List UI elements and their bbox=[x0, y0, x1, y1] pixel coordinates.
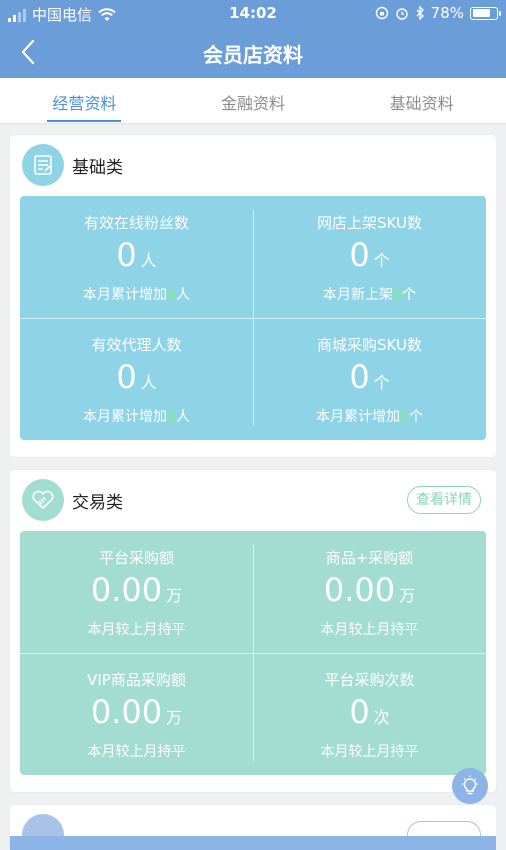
stat-sub-suffix: 人 bbox=[175, 287, 190, 303]
lightbulb-icon bbox=[462, 775, 478, 795]
stat-label: 商品+采购额 bbox=[325, 549, 414, 567]
document-icon bbox=[34, 155, 52, 175]
trade-card: 交易类 查看详情 平台采购额 0.00 万 本月较上月持平 商品+采购额 0.00… bbox=[10, 470, 496, 792]
stat-label: 平台采购额 bbox=[98, 549, 174, 567]
battery-percent: 78% bbox=[430, 4, 464, 22]
stat-value: 0 bbox=[116, 358, 137, 396]
stat-vip-purchase: VIP商品采购额 0.00 万 本月较上月持平 bbox=[20, 653, 253, 775]
tab-operations[interactable]: 经营资料 bbox=[0, 78, 169, 123]
stat-sub-value: 0 bbox=[400, 409, 409, 425]
trade-card-icon bbox=[22, 479, 64, 521]
stat-unit: 人 bbox=[140, 373, 157, 392]
stat-label: 平台采购次数 bbox=[324, 671, 415, 689]
stat-value: 0 bbox=[349, 693, 370, 731]
stat-label: 有效代理人数 bbox=[91, 336, 182, 354]
stat-online-fans: 有效在线粉丝数 0人 本月累计增加0人 bbox=[20, 196, 253, 318]
trade-card-header: 交易类 查看详情 bbox=[10, 470, 496, 530]
stat-value: 0.00 bbox=[323, 571, 396, 609]
bottom-action-bar[interactable] bbox=[10, 836, 496, 850]
stat-sub: 本月较上月持平 bbox=[87, 622, 186, 638]
nav-bar: 会员店资料 bbox=[0, 26, 506, 78]
page-title: 会员店资料 bbox=[203, 43, 303, 67]
stat-value: 0.00 bbox=[90, 571, 163, 609]
bluetooth-icon bbox=[416, 6, 424, 20]
stat-sub-suffix: 个 bbox=[401, 287, 416, 303]
stat-sub: 本月较上月持平 bbox=[87, 744, 186, 760]
trade-card-title: 交易类 bbox=[72, 493, 123, 513]
stat-sub-prefix: 本月累计增加 bbox=[83, 409, 168, 425]
basic-card-header: 基础类 bbox=[10, 135, 496, 195]
stat-unit: 万 bbox=[166, 586, 183, 605]
stat-value: 0 bbox=[349, 358, 370, 396]
stat-label: VIP商品采购额 bbox=[87, 671, 186, 689]
basic-stats-grid: 有效在线粉丝数 0人 本月累计增加0人 网店上架SKU数 0个 本月新上架0个 … bbox=[20, 196, 486, 440]
stat-unit: 人 bbox=[140, 251, 157, 270]
stat-shop-sku: 网店上架SKU数 0个 本月新上架0个 bbox=[253, 196, 486, 318]
stat-unit: 个 bbox=[373, 373, 390, 392]
stat-label: 有效在线粉丝数 bbox=[83, 214, 189, 232]
tab-bar: 经营资料 金融资料 基础资料 bbox=[0, 78, 506, 124]
lightbulb-button[interactable] bbox=[452, 768, 488, 804]
status-bar: 中国电信 14:02 78% bbox=[0, 0, 506, 26]
stat-platform-purchase: 平台采购额 0.00 万 本月较上月持平 bbox=[20, 531, 253, 653]
stat-sub-value: 0 bbox=[167, 287, 176, 303]
stat-mall-sku: 商城采购SKU数 0个 本月累计增加0个 bbox=[253, 318, 486, 440]
rotation-lock-icon bbox=[375, 6, 388, 20]
stat-sub-value: 0 bbox=[393, 287, 402, 303]
tab-finance[interactable]: 金融资料 bbox=[169, 78, 338, 123]
stat-value: 0.00 bbox=[90, 693, 163, 731]
stat-sub-prefix: 本月累计增加 bbox=[83, 287, 168, 303]
stat-unit: 次 bbox=[373, 708, 390, 727]
stat-value: 0 bbox=[349, 236, 370, 274]
basic-card: 基础类 有效在线粉丝数 0人 本月累计增加0人 网店上架SKU数 0个 本月新上… bbox=[10, 135, 496, 457]
view-details-button[interactable]: 查看详情 bbox=[407, 486, 481, 514]
stat-sub-suffix: 人 bbox=[175, 409, 190, 425]
trade-stats-grid: 平台采购额 0.00 万 本月较上月持平 商品+采购额 0.00 万 本月较上月持平… bbox=[20, 531, 486, 775]
stat-agents: 有效代理人数 0人 本月累计增加0人 bbox=[20, 318, 253, 440]
stat-sub: 本月较上月持平 bbox=[320, 744, 419, 760]
stat-unit: 个 bbox=[373, 251, 390, 270]
handshake-icon bbox=[32, 490, 54, 509]
stat-sub-prefix: 本月累计增加 bbox=[316, 409, 401, 425]
stat-label: 商城采购SKU数 bbox=[317, 336, 422, 354]
stat-purchase-count: 平台采购次数 0次 本月较上月持平 bbox=[253, 653, 486, 775]
alarm-icon bbox=[395, 8, 408, 20]
stat-value: 0 bbox=[116, 236, 137, 274]
basic-card-icon bbox=[22, 144, 64, 186]
stat-unit: 万 bbox=[166, 708, 183, 727]
stat-sub: 本月较上月持平 bbox=[320, 622, 419, 638]
stat-sub-suffix: 个 bbox=[408, 409, 423, 425]
stat-sub-prefix: 本月新上架 bbox=[323, 287, 394, 303]
basic-card-title: 基础类 bbox=[72, 158, 123, 178]
tab-basic[interactable]: 基础资料 bbox=[337, 78, 506, 123]
stat-unit: 万 bbox=[399, 586, 416, 605]
stat-goods-plus-purchase: 商品+采购额 0.00 万 本月较上月持平 bbox=[253, 531, 486, 653]
battery-icon bbox=[470, 6, 501, 20]
stat-label: 网店上架SKU数 bbox=[317, 214, 422, 232]
stat-sub-value: 0 bbox=[167, 409, 176, 425]
